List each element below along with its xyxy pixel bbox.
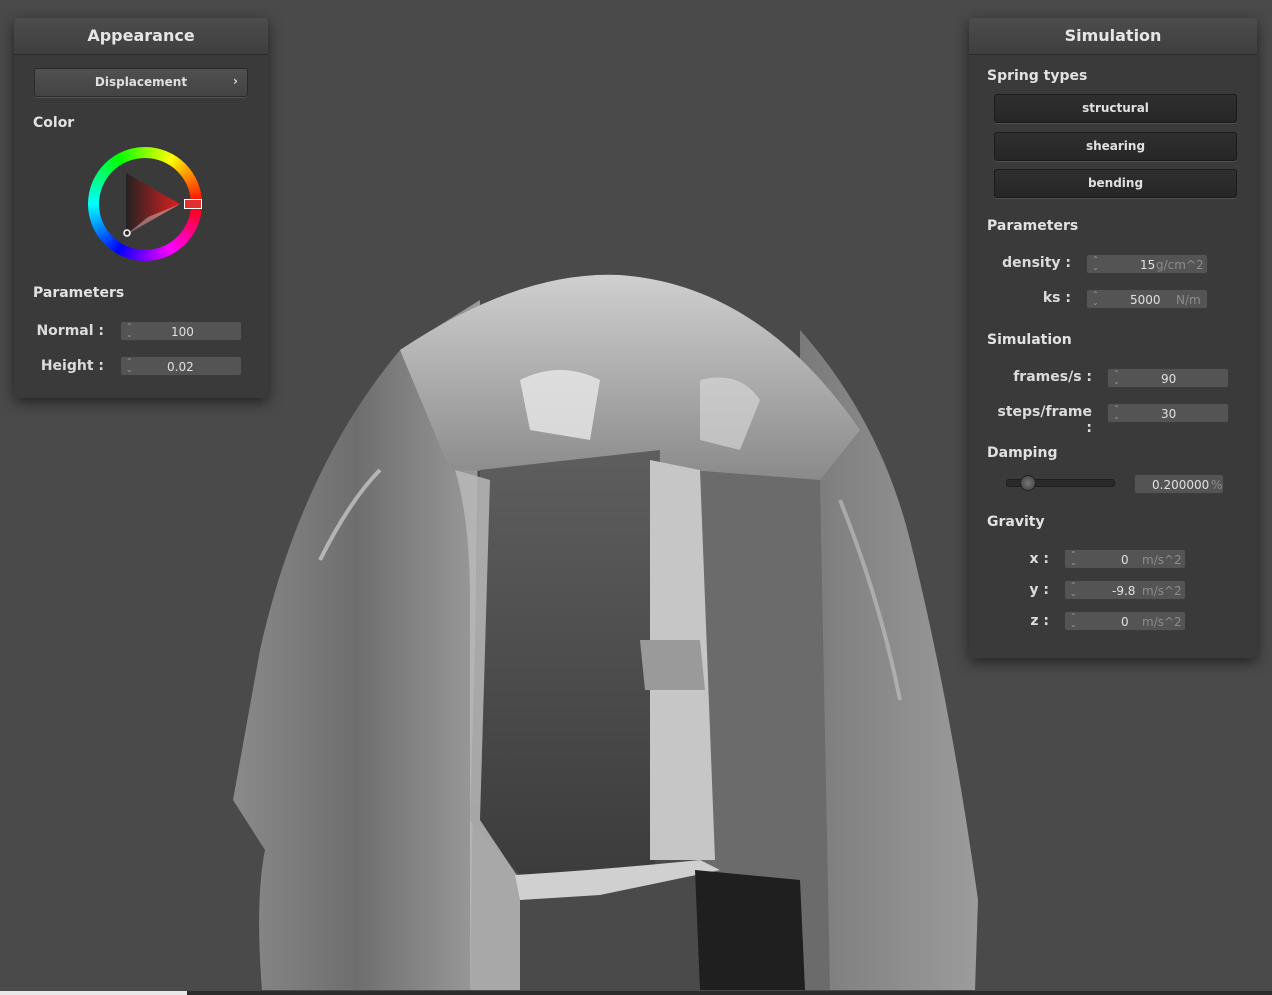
gravity-z-label: z : (1030, 613, 1049, 629)
simulation-panel: Simulation Spring types structural shear… (969, 18, 1257, 658)
gravity-x-label: x : (1029, 551, 1049, 567)
appearance-title: Appearance (14, 18, 268, 55)
gravity-y-input[interactable]: ⌃ ⌄ -9.8 m/s^2 (1064, 580, 1186, 600)
density-label: density : (1002, 255, 1071, 271)
sim-parameters-label: Parameters (987, 218, 1079, 234)
height-input[interactable]: ⌃ ⌄ 0.02 (120, 356, 242, 376)
chevron-right-icon: › (233, 74, 238, 88)
cloth-mesh (233, 274, 978, 990)
color-wheel[interactable] (88, 147, 202, 261)
spinner-icon[interactable]: ⌃ ⌄ (1070, 582, 1077, 598)
shearing-button[interactable]: shearing (994, 132, 1237, 161)
fps-label: frames/s : (1013, 369, 1092, 385)
spinner-icon[interactable]: ⌃ ⌄ (1113, 370, 1120, 386)
steps-label: steps/frame : (997, 404, 1092, 436)
spinner-icon[interactable]: ⌃ ⌄ (126, 323, 133, 339)
gravity-x-input[interactable]: ⌃ ⌄ 0 m/s^2 (1064, 549, 1186, 569)
gravity-y-label: y : (1029, 582, 1049, 598)
normal-label: Normal : (36, 323, 104, 339)
gravity-label: Gravity (987, 514, 1045, 530)
damping-label: Damping (987, 445, 1058, 461)
steps-input[interactable]: ⌃ ⌄ 30 (1107, 403, 1229, 423)
spinner-icon[interactable]: ⌃ ⌄ (1070, 551, 1077, 567)
spinner-icon[interactable]: ⌃ ⌄ (126, 358, 133, 374)
spinner-icon[interactable]: ⌃ ⌄ (1092, 291, 1099, 307)
damping-slider-knob[interactable] (1020, 475, 1036, 491)
gravity-z-input[interactable]: ⌃ ⌄ 0 m/s^2 (1064, 611, 1186, 631)
density-input[interactable]: ⌃ ⌄ 15 g/cm^2 (1086, 254, 1208, 274)
normal-input[interactable]: ⌃ ⌄ 100 (120, 321, 242, 341)
damping-input[interactable]: 0.200000 % (1134, 474, 1224, 494)
ks-label: ks : (1042, 290, 1071, 306)
bottom-progress (0, 991, 1272, 995)
simulation-section-label: Simulation (987, 332, 1072, 348)
bending-button[interactable]: bending (994, 169, 1237, 198)
ks-input[interactable]: ⌃ ⌄ 5000 N/m (1086, 289, 1208, 309)
hue-handle[interactable] (184, 199, 202, 209)
appearance-params-label: Parameters (33, 285, 125, 301)
color-label: Color (33, 115, 75, 131)
shader-dropdown-label: Displacement (94, 75, 188, 89)
appearance-panel: Appearance Displacement › Color Paramete… (14, 18, 268, 398)
spinner-icon[interactable]: ⌃ ⌄ (1092, 256, 1099, 272)
spinner-icon[interactable]: ⌃ ⌄ (1070, 613, 1077, 629)
height-label: Height : (40, 358, 104, 374)
simulation-title: Simulation (969, 18, 1257, 55)
fps-input[interactable]: ⌃ ⌄ 90 (1107, 368, 1229, 388)
spinner-icon[interactable]: ⌃ ⌄ (1113, 405, 1120, 421)
shader-dropdown[interactable]: Displacement › (34, 68, 248, 97)
spring-types-label: Spring types (987, 68, 1088, 84)
structural-button[interactable]: structural (994, 94, 1237, 123)
